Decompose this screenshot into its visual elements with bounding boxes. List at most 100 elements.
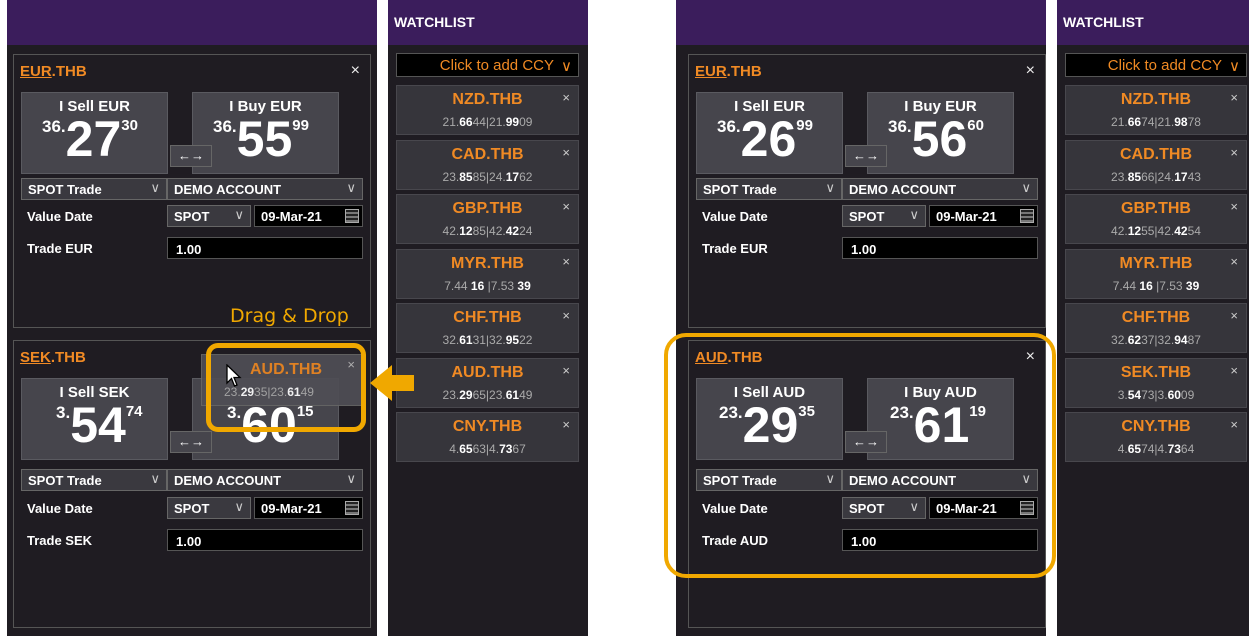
- watchlist-tile[interactable]: CNY.THB × 4.6574|4.7364: [1065, 412, 1247, 462]
- sell-price-box[interactable]: I Sell EUR 36.2699: [696, 92, 843, 174]
- close-icon[interactable]: ×: [351, 62, 360, 80]
- trade-amount-label: Trade EUR: [702, 241, 768, 256]
- chevron-down-icon: ∨: [909, 207, 919, 222]
- close-icon[interactable]: ×: [562, 90, 570, 105]
- close-icon[interactable]: ×: [562, 417, 570, 432]
- sell-price: 36.2730: [42, 111, 138, 167]
- trade-ticket-eur: EUR.THB × I Sell EUR 36.2699 I Buy EUR 3…: [688, 54, 1046, 328]
- account-select[interactable]: DEMO ACCOUNT ∨: [167, 469, 363, 491]
- sell-price: 36.2699: [717, 111, 813, 167]
- buy-price: 36.5660: [888, 111, 984, 167]
- watchlist-tile[interactable]: CAD.THB × 23.8585|24.1762: [396, 139, 579, 190]
- tile-quote: 23.8566|24.1743: [1111, 169, 1201, 184]
- swap-direction-button[interactable]: ←→: [170, 145, 212, 167]
- sell-price-box[interactable]: I Sell EUR 36.2730: [21, 92, 168, 174]
- close-icon[interactable]: ×: [562, 145, 570, 160]
- tile-quote: 32.6237|32.9487: [1111, 333, 1201, 347]
- watchlist-tile[interactable]: CHF.THB × 32.6237|32.9487: [1065, 303, 1247, 353]
- tile-pair-name: MYR.THB: [1119, 254, 1193, 272]
- tile-quote: 21.6644|21.9909: [442, 115, 533, 129]
- tile-pair-name: SEK.THB: [1120, 363, 1192, 381]
- ticket-title[interactable]: EUR.THB: [695, 63, 762, 80]
- close-icon[interactable]: ×: [1230, 254, 1238, 269]
- watchlist-tile[interactable]: GBP.THB × 42.1255|42.4254: [1065, 194, 1247, 244]
- chevron-down-icon: ∨: [150, 471, 160, 486]
- trade-ticket-eur: EUR.THB × I Sell EUR 36.2730 I Buy EUR 3…: [13, 54, 371, 328]
- tile-pair-name: CHF.THB: [453, 309, 522, 326]
- buy-price: 36.5599: [213, 111, 309, 167]
- value-date-label: Value Date: [27, 501, 93, 516]
- left-watchlist-panel: WATCHLIST Click to add CCY ∨ NZD.THB × 21.6…: [388, 0, 588, 636]
- tile-quote: 32.6131|32.9522: [442, 333, 533, 347]
- account-select[interactable]: DEMO ACCOUNT ∨: [167, 178, 363, 200]
- trade-amount-label: Trade EUR: [27, 241, 93, 256]
- add-currency-select[interactable]: Click to add CCY ∨: [1065, 53, 1247, 77]
- ticket-title[interactable]: SEK.THB: [20, 349, 86, 366]
- buy-price-box[interactable]: I Buy EUR 36.5599: [192, 92, 339, 174]
- tenor-select[interactable]: SPOT ∨: [167, 497, 251, 519]
- tile-pair-name: CAD.THB: [1120, 145, 1192, 163]
- close-icon[interactable]: ×: [1230, 145, 1238, 160]
- watchlist-tile[interactable]: NZD.THB × 21.6644|21.9909: [396, 85, 579, 135]
- ticket-title[interactable]: EUR.THB: [20, 63, 87, 80]
- swap-direction-button[interactable]: ←→: [170, 431, 212, 453]
- tile-pair-name: NZD.THB: [452, 91, 523, 108]
- trade-amount-input[interactable]: 1.00: [842, 237, 1038, 259]
- chevron-down-icon: ∨: [234, 499, 244, 514]
- tile-quote: 42.1285|42.4224: [442, 224, 533, 238]
- watchlist-tile[interactable]: MYR.THB × 7.44 16 |7.53 39: [1065, 248, 1247, 299]
- add-currency-select[interactable]: Click to add CCY ∨: [396, 53, 579, 77]
- watchlist-tile[interactable]: MYR.THB × 7.44 16 |7.53 39: [396, 248, 579, 299]
- calendar-icon[interactable]: [345, 501, 359, 515]
- tenor-select[interactable]: SPOT ∨: [842, 205, 926, 227]
- tile-quote: 23.8585|24.1762: [442, 169, 533, 184]
- tile-quote: 7.44 16 |7.53 39: [1112, 278, 1200, 293]
- calendar-icon[interactable]: [345, 209, 359, 223]
- close-icon[interactable]: ×: [562, 363, 570, 378]
- trade-type-select[interactable]: SPOT Trade ∨: [21, 469, 167, 491]
- value-date-field[interactable]: 09-Mar-21: [929, 205, 1038, 227]
- close-icon[interactable]: ×: [1230, 308, 1238, 323]
- value-date-field[interactable]: 09-Mar-21: [254, 205, 363, 227]
- tile-pair-name: CNY.THB: [1121, 418, 1191, 435]
- watchlist-tile[interactable]: CAD.THB × 23.8566|24.1743: [1065, 139, 1247, 190]
- calendar-icon[interactable]: [1020, 209, 1034, 223]
- chevron-down-icon: ∨: [346, 471, 356, 486]
- top-bar: [676, 0, 1046, 45]
- watchlist-tile[interactable]: SEK.THB × 3.5473|3.6009: [1065, 357, 1247, 408]
- value-date-label: Value Date: [27, 209, 93, 224]
- close-icon[interactable]: ×: [1230, 417, 1238, 432]
- chevron-down-icon: ∨: [150, 180, 160, 195]
- trade-amount-input[interactable]: 1.00: [167, 237, 363, 259]
- account-select[interactable]: DEMO ACCOUNT ∨: [842, 178, 1038, 200]
- value-date-field[interactable]: 09-Mar-21: [254, 497, 363, 519]
- right-watchlist-panel: WATCHLIST Click to add CCY ∨ NZD.THB × 21.6…: [1057, 0, 1249, 636]
- watchlist-tile[interactable]: AUD.THB × 23.2965|23.6149: [396, 357, 579, 408]
- chevron-down-icon: ∨: [234, 207, 244, 222]
- buy-price-box[interactable]: I Buy EUR 36.5660: [867, 92, 1014, 174]
- top-bar: [7, 0, 377, 45]
- watchlist-tile[interactable]: NZD.THB × 21.6674|21.9878: [1065, 85, 1247, 135]
- sell-price-box[interactable]: I Sell SEK 3.5474: [21, 378, 168, 460]
- drag-drop-caption: Drag & Drop: [230, 305, 349, 327]
- close-icon[interactable]: ×: [562, 199, 570, 214]
- tile-pair-name: NZD.THB: [1120, 91, 1192, 108]
- close-icon[interactable]: ×: [562, 308, 570, 323]
- tile-quote: 4.6574|4.7364: [1117, 442, 1195, 456]
- close-icon[interactable]: ×: [562, 254, 570, 269]
- mouse-pointer-icon: [226, 364, 242, 387]
- tile-pair-name: GBP.THB: [1121, 200, 1191, 217]
- swap-direction-button[interactable]: ←→: [845, 145, 887, 167]
- close-icon[interactable]: ×: [1230, 90, 1238, 105]
- watchlist-tile[interactable]: CHF.THB × 32.6131|32.9522: [396, 303, 579, 353]
- trade-type-select[interactable]: SPOT Trade ∨: [21, 178, 167, 200]
- close-icon[interactable]: ×: [1230, 199, 1238, 214]
- trade-type-select[interactable]: SPOT Trade ∨: [696, 178, 842, 200]
- watchlist-tile[interactable]: CNY.THB × 4.6563|4.7367: [396, 412, 579, 462]
- close-icon[interactable]: ×: [1230, 363, 1238, 378]
- trade-amount-input[interactable]: 1.00: [167, 529, 363, 551]
- watchlist-tile[interactable]: GBP.THB × 42.1285|42.4224: [396, 194, 579, 244]
- close-icon[interactable]: ×: [1026, 62, 1035, 80]
- tile-quote: 4.6563|4.7367: [449, 442, 526, 456]
- tenor-select[interactable]: SPOT ∨: [167, 205, 251, 227]
